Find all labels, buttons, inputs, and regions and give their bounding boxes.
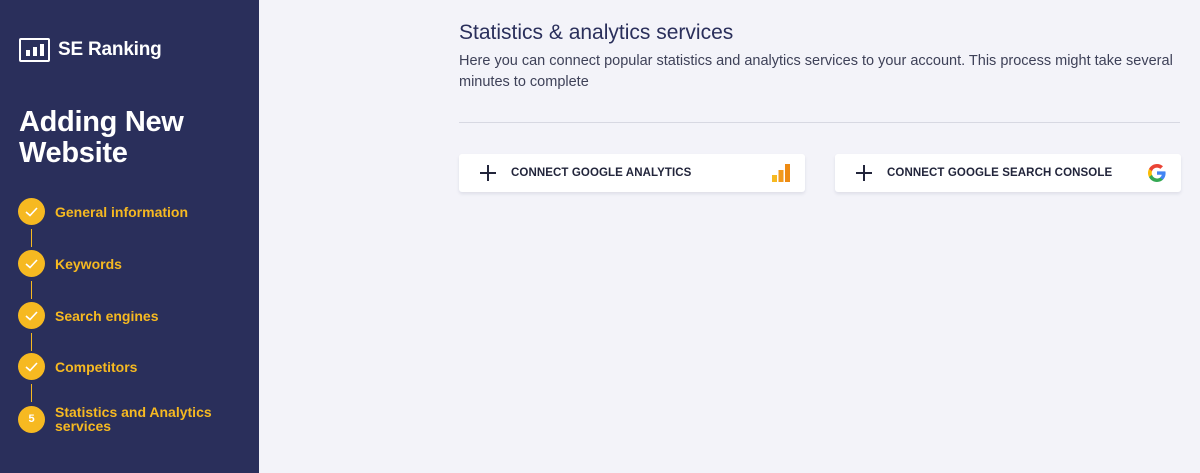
card-label: CONNECT GOOGLE ANALYTICS <box>511 167 692 179</box>
step-label: Statistics and Analytics services <box>55 404 212 434</box>
step-connector <box>31 384 32 402</box>
step-general-information[interactable]: General information <box>18 198 188 225</box>
plus-icon <box>856 165 872 181</box>
step-label: Keywords <box>55 255 122 272</box>
google-analytics-icon <box>771 163 791 188</box>
plus-icon <box>480 165 496 181</box>
wizard-title: Adding New Website <box>19 106 184 169</box>
sidebar: SE Ranking Adding New Website General in… <box>0 0 259 473</box>
check-icon <box>18 250 45 277</box>
main-content: Statistics & analytics services Here you… <box>259 0 1200 473</box>
step-keywords[interactable]: Keywords <box>18 250 122 277</box>
card-label: CONNECT GOOGLE SEARCH CONSOLE <box>887 167 1113 179</box>
connect-google-analytics-button[interactable]: CONNECT GOOGLE ANALYTICS <box>459 154 805 192</box>
step-number: 5 <box>18 405 45 433</box>
divider <box>459 122 1180 123</box>
step-label: General information <box>55 203 189 220</box>
page-title: Statistics & analytics services <box>459 21 734 44</box>
check-icon <box>18 198 45 225</box>
check-icon <box>18 302 45 329</box>
logo-icon <box>19 38 50 62</box>
step-connector <box>31 333 32 351</box>
page-description: Here you can connect popular statistics … <box>459 53 1173 90</box>
step-statistics-analytics[interactable]: 5 Statistics and Analytics services <box>18 405 225 433</box>
step-search-engines[interactable]: Search engines <box>18 302 159 329</box>
logo[interactable]: SE Ranking <box>19 38 162 62</box>
logo-text: SE Ranking <box>58 39 162 60</box>
google-icon <box>1147 163 1167 188</box>
step-label: Search engines <box>55 307 159 324</box>
connect-google-search-console-button[interactable]: CONNECT GOOGLE SEARCH CONSOLE <box>835 154 1181 192</box>
step-competitors[interactable]: Competitors <box>18 353 137 380</box>
step-label: Competitors <box>55 358 138 375</box>
step-connector <box>31 281 32 299</box>
check-icon <box>18 353 45 380</box>
step-connector <box>31 229 32 247</box>
